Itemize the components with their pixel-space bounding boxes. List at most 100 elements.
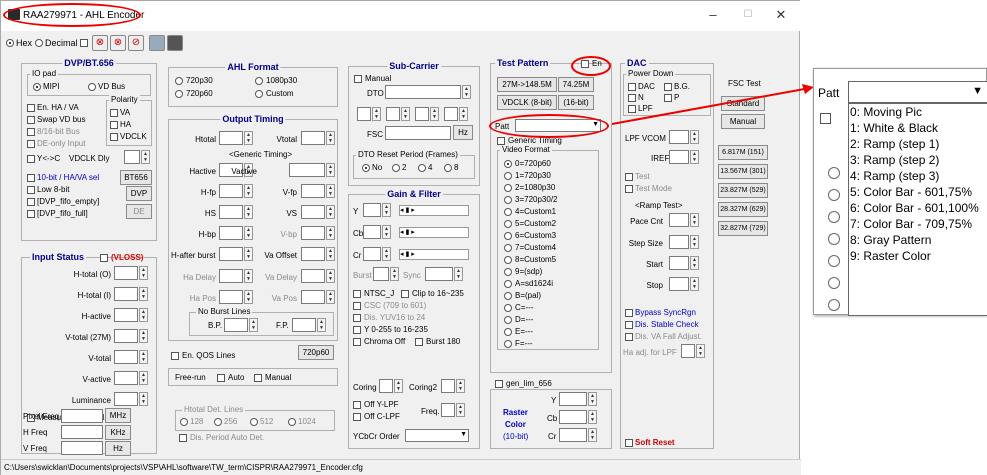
stop-input[interactable] xyxy=(669,277,689,291)
burst-input[interactable] xyxy=(373,267,389,281)
sync-input[interactable] xyxy=(425,267,453,281)
hdet-512-radio[interactable] xyxy=(250,418,258,426)
fmt-0-radio[interactable] xyxy=(504,160,512,168)
popup-option[interactable]: 9: Raster Color xyxy=(850,249,931,263)
coring-input[interactable] xyxy=(379,379,393,393)
iref-input[interactable] xyxy=(669,150,689,164)
fsc-freq-1-button[interactable]: 6.817M (151) xyxy=(718,145,768,160)
gen-lim-checkbox[interactable] xyxy=(495,380,503,388)
period-det-checkbox[interactable] xyxy=(179,434,187,442)
ahl-720p30-radio[interactable] xyxy=(175,77,183,85)
vfp-input[interactable] xyxy=(301,184,325,198)
save-icon[interactable] xyxy=(167,35,183,51)
va-delay-input[interactable] xyxy=(301,269,325,283)
popup-option[interactable]: 4: Ramp (step 3) xyxy=(850,169,939,183)
hs-input[interactable] xyxy=(219,205,243,219)
vbp-input[interactable] xyxy=(301,226,325,240)
bp-input[interactable] xyxy=(224,318,248,332)
hfp-spinner[interactable]: ▲ ▼ xyxy=(244,184,253,198)
vdclk-8bit-button[interactable]: VDCLK (8-bit) xyxy=(497,95,557,110)
en-ha-va-checkbox[interactable] xyxy=(27,104,35,112)
pace-cnt-spinner[interactable]: ▲ ▼ xyxy=(690,213,699,227)
sc-manual-checkbox[interactable] xyxy=(354,75,362,83)
chroma-off-checkbox[interactable] xyxy=(353,338,361,346)
luminance-spinner[interactable]: ▲ ▼ xyxy=(139,392,148,406)
coring2-input[interactable] xyxy=(441,379,455,393)
gain-y-spinner[interactable]: ▲ ▼ xyxy=(382,203,391,217)
dto-byte-4[interactable] xyxy=(444,107,458,121)
ahl-1080p30-radio[interactable] xyxy=(255,77,263,85)
lpf-vcom-spinner[interactable]: ▲ ▼ xyxy=(690,130,699,144)
toolbar-checkbox[interactable] xyxy=(80,39,88,47)
vdclk-checkbox[interactable] xyxy=(110,133,118,141)
stop-spinner[interactable]: ▲ ▼ xyxy=(690,277,699,291)
fmt-3-radio[interactable] xyxy=(504,196,512,204)
vdclk-16bit-button[interactable]: (16-bit) xyxy=(558,95,594,110)
hactive-status-spinner[interactable]: ▲ ▼ xyxy=(139,308,148,322)
popup-option[interactable]: 6: Color Bar - 601,100% xyxy=(850,201,979,215)
hbp-spinner[interactable]: ▲ ▼ xyxy=(244,226,253,240)
vdclk-dly-spinner[interactable]: ▲ ▼ xyxy=(141,150,150,164)
fmt-a-radio[interactable] xyxy=(504,280,512,288)
pace-cnt-input[interactable] xyxy=(669,213,689,227)
va-delay-spinner[interactable]: ▲ ▼ xyxy=(326,269,335,283)
dac-test-checkbox[interactable] xyxy=(625,173,633,181)
vactive-spinner[interactable]: ▲ ▼ xyxy=(326,163,335,177)
vbp-spinner[interactable]: ▲ ▼ xyxy=(326,226,335,240)
raster-cb-input[interactable] xyxy=(559,410,587,424)
vd-bus-radio[interactable] xyxy=(88,83,96,91)
vtotal-status-spinner[interactable]: ▲ ▼ xyxy=(139,350,148,364)
freq-74m-button[interactable]: 74.25M xyxy=(558,77,594,92)
start-spinner[interactable]: ▲ ▼ xyxy=(690,256,699,270)
csc-checkbox[interactable] xyxy=(353,302,361,310)
raster-cr-input[interactable] xyxy=(559,428,587,442)
h-after-burst-spinner[interactable]: ▲ ▼ xyxy=(244,247,253,261)
bp-spinner[interactable]: ▲ ▼ xyxy=(249,318,258,332)
burst-spinner[interactable]: ▲ ▼ xyxy=(390,267,399,281)
dis-va-checkbox[interactable] xyxy=(625,333,633,341)
htotal-o-spinner[interactable]: ▲ ▼ xyxy=(139,266,148,280)
raster-y-input[interactable] xyxy=(559,392,587,406)
popup-option[interactable]: 2: Ramp (step 1) xyxy=(850,137,939,151)
va-offset-spinner[interactable]: ▲ ▼ xyxy=(326,247,335,261)
htotal-i-spinner[interactable]: ▲ ▼ xyxy=(139,287,148,301)
hdet-128-radio[interactable] xyxy=(180,418,188,426)
off-ylpf-checkbox[interactable] xyxy=(353,401,361,409)
minimize-button[interactable]: – xyxy=(703,7,723,22)
popup-option[interactable]: 7: Color Bar - 709,75% xyxy=(850,217,972,231)
dto-byte-2[interactable] xyxy=(386,107,400,121)
dis-yuv-checkbox[interactable] xyxy=(353,314,361,322)
freq-spinner[interactable]: ▲ ▼ xyxy=(456,403,465,417)
vdclk-dly-input[interactable] xyxy=(124,150,140,164)
bypass-checkbox[interactable] xyxy=(625,309,633,317)
ha-adj-input[interactable] xyxy=(681,344,695,358)
hfp-input[interactable] xyxy=(219,184,243,198)
fmt-2-radio[interactable] xyxy=(504,184,512,192)
freq-27m-button[interactable]: 27M->148.5M xyxy=(497,77,557,92)
off-clpf-checkbox[interactable] xyxy=(353,413,361,421)
dac-test-mode-checkbox[interactable] xyxy=(625,185,633,193)
bt656-button[interactable]: BT656 xyxy=(120,170,152,185)
dto-4-radio[interactable] xyxy=(418,164,426,172)
fmt-6-radio[interactable] xyxy=(504,232,512,240)
stop-icon[interactable]: ⊗ xyxy=(92,35,108,51)
va-offset-input[interactable] xyxy=(301,247,325,261)
h-freq-field[interactable] xyxy=(61,425,103,439)
y-c-checkbox[interactable] xyxy=(27,155,35,163)
fmt-d-radio[interactable] xyxy=(504,316,512,324)
va-pos-spinner[interactable]: ▲ ▼ xyxy=(326,290,335,304)
pixel-freq-field[interactable] xyxy=(61,409,103,423)
vactive-status-spinner[interactable]: ▲ ▼ xyxy=(139,371,148,385)
de-button[interactable]: DE xyxy=(126,204,152,219)
ha-delay-spinner[interactable]: ▲ ▼ xyxy=(244,269,253,283)
htotal-o-field[interactable] xyxy=(114,266,138,280)
dto-8-radio[interactable] xyxy=(444,164,452,172)
fmt-c-radio[interactable] xyxy=(504,304,512,312)
raster-cb-spinner[interactable]: ▲ ▼ xyxy=(588,410,597,424)
khz-button[interactable]: KHz xyxy=(105,425,131,440)
coring-spinner[interactable]: ▲ ▼ xyxy=(394,379,403,393)
fp-spinner[interactable]: ▲ ▼ xyxy=(317,318,326,332)
h-after-burst-input[interactable] xyxy=(219,247,243,261)
vactive-input[interactable] xyxy=(289,163,325,177)
ha-pos-spinner[interactable]: ▲ ▼ xyxy=(244,290,253,304)
